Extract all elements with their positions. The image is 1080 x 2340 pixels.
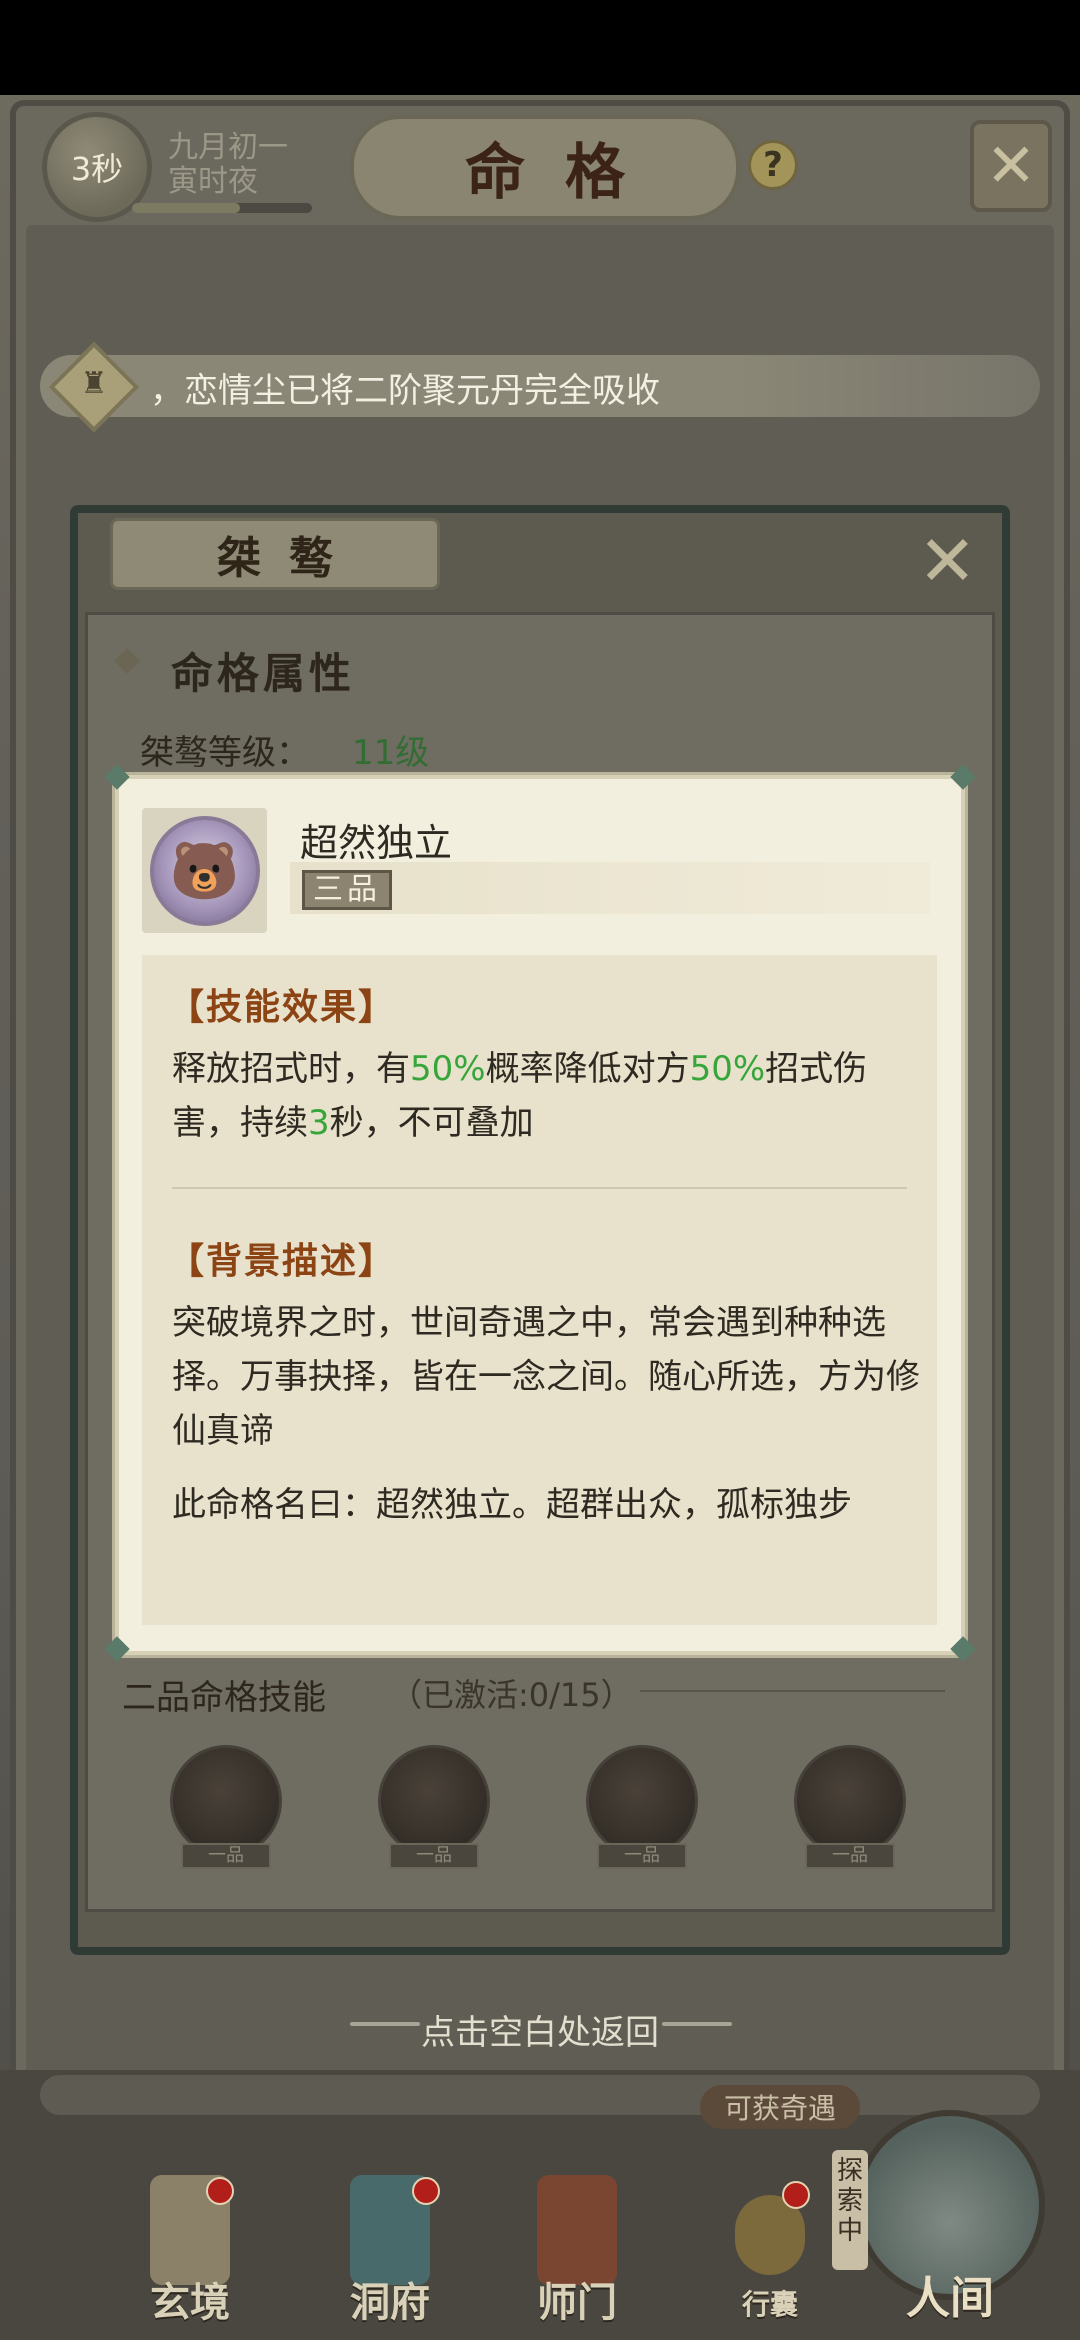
ornament-right [662,2022,732,2026]
level-value: 11级 [352,733,430,773]
game-screen: 3秒 九月初一 寅时夜 命格 ? ✕ ♜ ，恋情尘已将二阶聚元丹完全吸收 桀骜 … [0,0,1080,2340]
nav-shimen[interactable]: 师门 [497,2175,657,2335]
skill-section-label: 二品命格技能 [122,1678,326,1718]
notification-dot [206,2177,234,2205]
trait-name-description: 此命格名曰：超然独立。超群出众，孤标独步 [172,1485,852,1525]
world-label: 人间 [906,2273,994,2324]
background-text: 突破境界之时，世间奇遇之中，常会遇到种种选择。万事抉择，皆在一念之间。随心所选，… [172,1303,920,1451]
dialog-close-icon[interactable]: ✕ [918,520,977,602]
banner-icon [537,2175,617,2285]
bear-icon: 🐻 [149,815,260,926]
help-icon[interactable]: ? [748,140,798,190]
bottom-strip [40,2075,1040,2115]
tap-to-return-hint[interactable]: 点击空白处返回 [0,2005,1080,2054]
skill-slot-2[interactable] [378,1745,490,1857]
nav-label: 师门 [537,2279,617,2326]
nav-label: 洞府 [350,2279,430,2326]
exploring-tag: 探索中 [832,2150,868,2270]
nav-dongfu[interactable]: 洞府 [310,2175,470,2335]
nav-xuanjing[interactable]: 玄境 [110,2175,270,2335]
page-title-plaque: 命格 [350,115,740,220]
divider [640,1690,945,1692]
close-icon[interactable]: ✕ [970,120,1052,212]
skill-slot-tag: 一品 [597,1843,687,1869]
adventure-pill[interactable]: 可获奇遇 [700,2085,860,2129]
skill-slot-1[interactable] [170,1745,282,1857]
timer-text: 3秒 [70,150,124,188]
skill-activated-count: （已激活:0/15） [390,1676,633,1714]
skill-slot-tag: 一品 [389,1843,479,1869]
notice-text: ，恋情尘已将二阶聚元丹完全吸收 [150,371,660,411]
attribute-heading: 命格属性 [115,640,355,701]
time-of-day-text: 寅时夜 [168,164,258,199]
background-section-title: 【背景描述】 [168,1240,397,1282]
dialog-title: 桀骜 [110,518,440,590]
grade-badge: 三品 [302,870,392,910]
skill-slot-tag: 一品 [805,1843,895,1869]
skill-slot-3[interactable] [586,1745,698,1857]
trait-name: 超然独立 [300,821,453,865]
nav-xingnang[interactable]: 行囊 [690,2175,850,2335]
level-label: 桀骜等级： [140,733,310,773]
day-progress-bar [132,203,312,213]
nav-label: 玄境 [150,2279,230,2326]
effect-text: 释放招式时，有50%概率降低对方50%招式伤害，持续3秒，不可叠加 [172,1049,868,1143]
day-progress-fill [132,203,240,213]
skill-slot-4[interactable] [794,1745,906,1857]
nav-label: 行囊 [741,2288,798,2321]
bell-icon: ♜ [80,366,108,401]
attribute-heading-text: 命格属性 [170,649,355,698]
section-divider [172,1187,907,1189]
notification-dot [412,2177,440,2205]
skill-slot-tag: 一品 [181,1843,271,1869]
page-title: 命格 [465,138,665,208]
effect-section-title: 【技能效果】 [168,986,397,1028]
notification-dot [782,2181,810,2209]
trait-icon-frame: 🐻 [142,808,267,933]
